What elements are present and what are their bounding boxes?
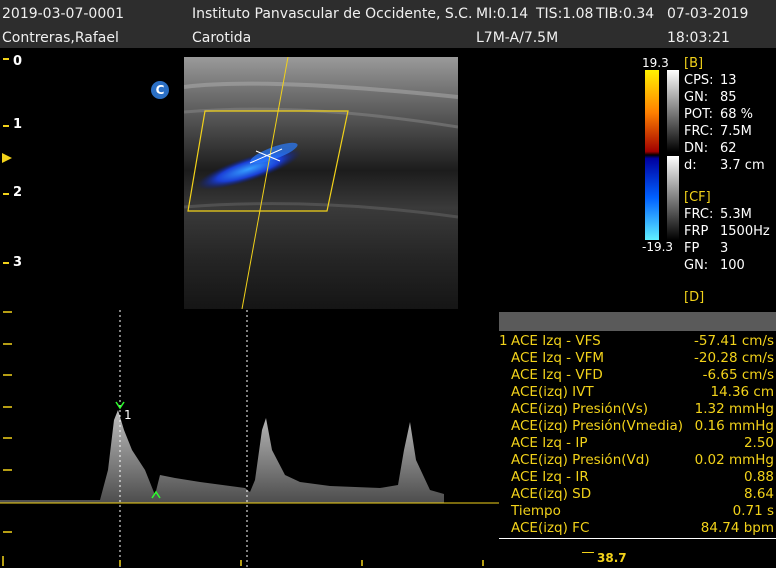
param-label: FRC: (684, 207, 714, 222)
bmode-image (184, 57, 458, 309)
depth-tick (3, 193, 9, 195)
measurement-label: ACE Izq - VFS (511, 333, 601, 349)
measurement-value: 0.16 mmHg (694, 418, 774, 434)
depth-label-0: 0 (13, 54, 23, 69)
doppler-cursor-label: 1 (124, 408, 132, 422)
depth-label-3: 3 (13, 255, 23, 270)
measurement-row: ACE(izq) FC 84.74 bpm (499, 520, 776, 537)
measurement-label: ACE(izq) SD (511, 486, 592, 502)
measurement-row: ACE Izq - VFM -20.28 cm/s (499, 350, 776, 367)
params-cf-title: [CF] (684, 190, 711, 205)
color-bar-max: 19.3 (642, 56, 669, 70)
measurement-value: 0.71 s (732, 503, 774, 519)
measurement-value: -6.65 cm/s (702, 367, 774, 383)
measurement-value: 8.64 (743, 486, 774, 502)
color-bar (645, 70, 679, 240)
measurement-label: ACE(izq) Presión(Vs) (511, 401, 649, 417)
patient-name: Contreras,Rafael (2, 30, 119, 46)
param-label: CPS: (684, 73, 714, 88)
param-label: FP (684, 241, 700, 256)
exam-date: 07-03-2019 (667, 6, 749, 22)
measurements-panel: 1 ACE Izq - VFS -57.41 cm/s ACE Izq - VF… (499, 312, 776, 540)
param-label: FRC: (684, 124, 714, 139)
measurements-header (499, 312, 776, 331)
measurement-row: ACE Izq - IP 2.50 (499, 435, 776, 452)
depth-label-2: 2 (13, 185, 23, 200)
measurement-row: ACE(izq) Presión(Vs) 1.32 mmHg (499, 401, 776, 418)
measurement-row: ACE Izq - VFD -6.65 cm/s (499, 367, 776, 384)
param-value: 13 (720, 73, 737, 88)
measurement-label: ACE(izq) FC (511, 520, 590, 536)
param-label: GN: (684, 90, 709, 105)
param-value: 7.5M (720, 124, 752, 139)
measurement-row: Tiempo 0.71 s (499, 503, 776, 520)
measurement-value: -57.41 cm/s (694, 333, 774, 349)
exam-type: Carotida (192, 30, 252, 46)
measurement-value: 14.36 cm (710, 384, 774, 400)
bottom-scale-tick (582, 552, 594, 553)
params-b-title: [B] (684, 56, 704, 71)
patient-id: 2019-03-07-0001 (2, 6, 125, 22)
measurement-index: 1 (499, 333, 508, 349)
measurement-value: -20.28 cm/s (694, 350, 774, 366)
header-bar: 2019-03-07-0001 Contreras,Rafael Institu… (0, 0, 776, 48)
mi-index: MI:0.14 (476, 6, 529, 22)
color-bar-min: -19.3 (642, 240, 674, 254)
measurement-label: ACE Izq - IR (511, 469, 589, 485)
measurement-value: 0.88 (743, 469, 774, 485)
measurement-label: ACE Izq - IP (511, 435, 588, 451)
depth-tick (3, 125, 9, 127)
orientation-marker-icon: C (151, 81, 169, 99)
measurement-row: ACE(izq) IVT 14.36 cm (499, 384, 776, 401)
param-value: 85 (720, 90, 737, 105)
param-value: 1500Hz (720, 224, 770, 239)
depth-tick (3, 58, 9, 60)
institution-name: Instituto Panvascular de Occidente, S.C. (192, 6, 473, 22)
measurement-label: ACE(izq) Presión(Vmedia) (511, 418, 684, 434)
param-label: FRP (684, 224, 709, 239)
measurement-label: ACE Izq - VFM (511, 350, 604, 366)
measurement-label: ACE Izq - VFD (511, 367, 603, 383)
doppler-spectrum (0, 310, 499, 568)
param-value: 62 (720, 141, 737, 156)
measurement-row: ACE(izq) Presión(Vmedia) 0.16 mmHg (499, 418, 776, 435)
param-label: GN: (684, 258, 709, 273)
bottom-scale-value: 38.7 (597, 551, 627, 565)
param-value: 3.7 cm (720, 158, 765, 173)
measurement-label: ACE(izq) Presión(Vd) (511, 452, 650, 468)
measurement-value: 2.50 (743, 435, 774, 451)
param-label: d: (684, 158, 697, 173)
measurement-value: 1.32 mmHg (694, 401, 774, 417)
focus-marker-icon (2, 153, 12, 163)
tis-index: TIS:1.08 (536, 6, 594, 22)
exam-time: 18:03:21 (667, 30, 730, 46)
param-label: POT: (684, 107, 713, 122)
measurement-value: 84.74 bpm (700, 520, 774, 536)
param-value: 5.3M (720, 207, 752, 222)
depth-tick (3, 262, 9, 264)
measurement-row: ACE(izq) SD 8.64 (499, 486, 776, 503)
params-d-title: [D] (684, 290, 705, 305)
param-value: 100 (720, 258, 745, 273)
measurement-row: ACE(izq) Presión(Vd) 0.02 mmHg (499, 452, 776, 469)
depth-label-1: 1 (13, 117, 23, 132)
probe-name: L7M-A/7.5M (476, 30, 559, 46)
measurement-row: 1 ACE Izq - VFS -57.41 cm/s (499, 333, 776, 350)
measurement-value: 0.02 mmHg (694, 452, 774, 468)
measurement-label: Tiempo (511, 503, 561, 519)
tib-index: TIB:0.34 (596, 6, 655, 22)
param-label: DN: (684, 141, 709, 156)
measurement-label: ACE(izq) IVT (511, 384, 594, 400)
measurement-row: ACE Izq - IR 0.88 (499, 469, 776, 486)
param-value: 68 % (720, 107, 754, 122)
param-value: 3 (720, 241, 729, 256)
